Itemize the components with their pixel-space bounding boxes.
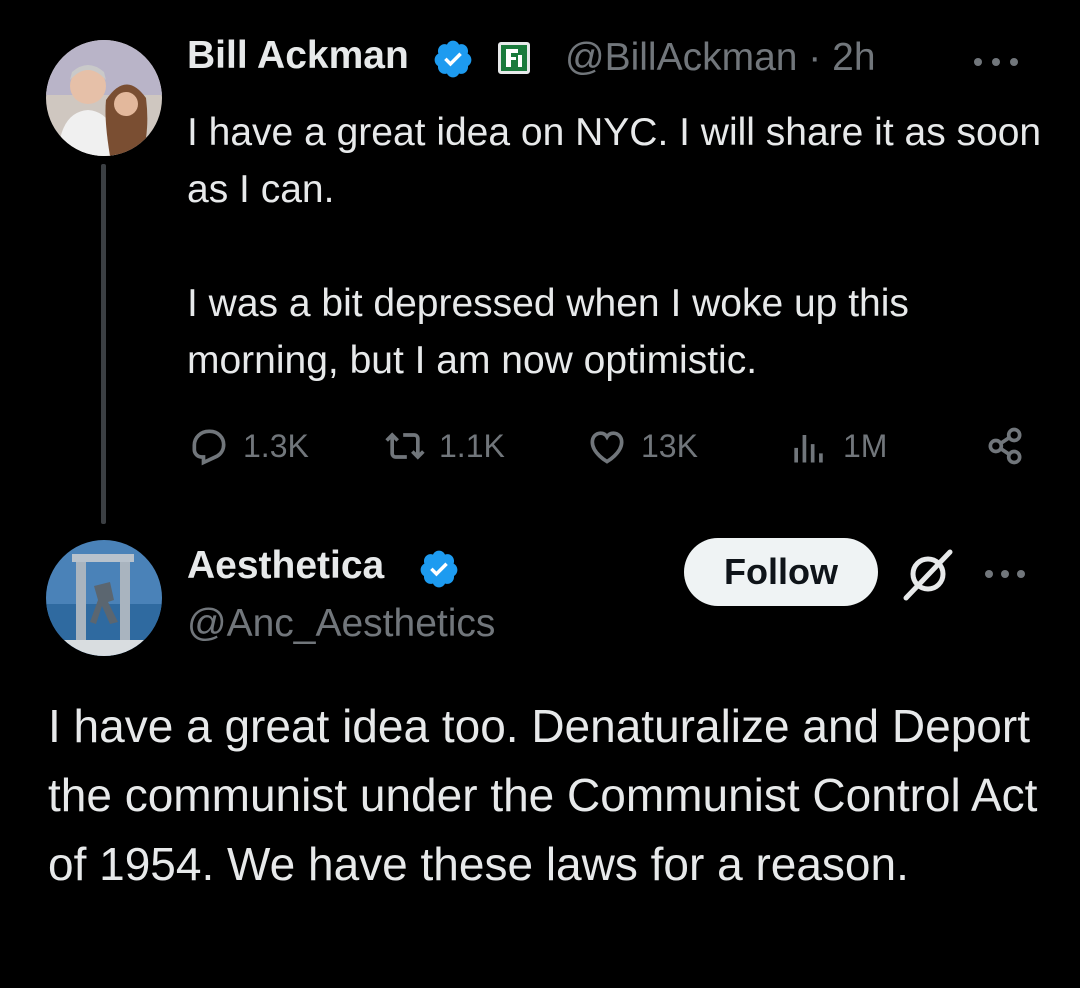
views-icon bbox=[794, 435, 823, 463]
retweet-count: 1.1K bbox=[439, 427, 505, 464]
author-name[interactable]: Aesthetica bbox=[187, 544, 384, 588]
share-button[interactable] bbox=[983, 420, 1027, 472]
bill-ackman-avatar[interactable] bbox=[46, 40, 162, 156]
reply-button[interactable]: 1.3K bbox=[187, 420, 309, 472]
more-icon[interactable] bbox=[982, 554, 1028, 594]
follow-button[interactable]: Follow bbox=[684, 538, 878, 606]
grok-icon[interactable] bbox=[900, 546, 956, 602]
views-button[interactable]: 1M bbox=[787, 420, 887, 472]
verified-icon bbox=[432, 38, 474, 80]
affiliation-badge-icon[interactable] bbox=[498, 42, 530, 74]
views-count: 1M bbox=[843, 427, 888, 464]
tweet-action-bar: 1.3K 1.1K 13K 1M bbox=[187, 420, 1047, 472]
tweet-paragraph: I was a bit depressed when I woke up thi… bbox=[187, 282, 909, 382]
like-icon bbox=[590, 431, 624, 464]
author-name[interactable]: Bill Ackman bbox=[187, 34, 409, 78]
tweet-paragraph: I have a great idea on NYC. I will share… bbox=[187, 111, 1042, 211]
like-count: 13K bbox=[641, 427, 698, 464]
thread-connector-line bbox=[101, 164, 106, 524]
like-button[interactable]: 13K bbox=[585, 420, 698, 472]
reply-count: 1.3K bbox=[243, 427, 309, 464]
aesthetica-avatar[interactable] bbox=[46, 540, 162, 656]
verified-icon bbox=[418, 548, 460, 590]
retweet-button[interactable]: 1.1K bbox=[383, 420, 505, 472]
share-icon bbox=[988, 427, 1022, 465]
author-handle[interactable]: @Anc_Aesthetics bbox=[187, 602, 495, 646]
reply-icon bbox=[192, 429, 226, 466]
tweet-text: I have a great idea on NYC. I will share… bbox=[187, 104, 1047, 389]
tweet-text: I have a great idea too. Denaturalize an… bbox=[48, 700, 1038, 890]
author-handle-and-time[interactable]: @BillAckman · 2h bbox=[565, 36, 876, 80]
retweet-icon bbox=[385, 432, 425, 460]
more-icon[interactable] bbox=[966, 42, 1026, 82]
